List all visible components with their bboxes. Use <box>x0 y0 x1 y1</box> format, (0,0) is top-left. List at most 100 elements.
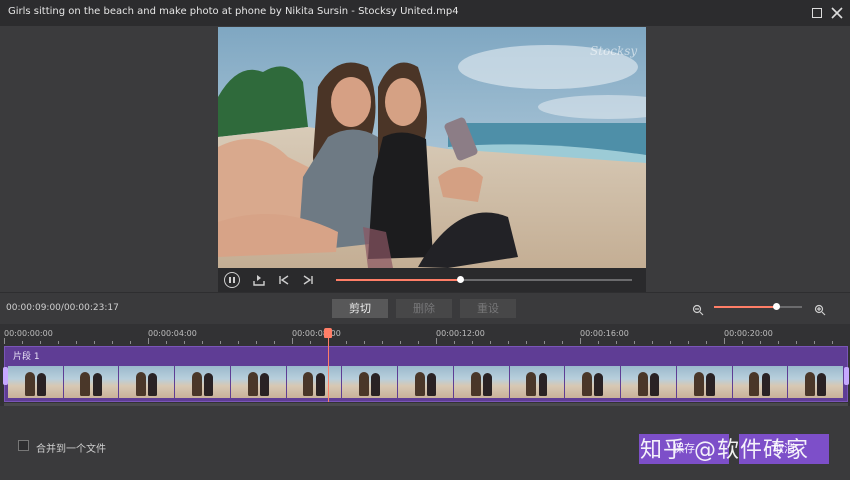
ruler-tick <box>76 341 77 344</box>
ruler-tick <box>418 341 419 344</box>
ruler-tick <box>562 341 563 344</box>
ruler-tick <box>22 341 23 344</box>
ruler-tick <box>688 341 689 344</box>
clip-thumbnail <box>509 366 565 398</box>
seek-progress <box>336 279 461 281</box>
ruler-tick <box>706 341 707 344</box>
clip-end-handle[interactable] <box>844 367 849 385</box>
ruler-tick <box>544 341 545 344</box>
ruler-tick <box>778 341 779 344</box>
ruler-tick <box>454 341 455 344</box>
ruler-tick <box>832 341 833 344</box>
clip-thumbnail <box>453 366 509 398</box>
clip-thumbnail <box>230 366 286 398</box>
video-preview[interactable]: Stocksy <box>218 27 646 268</box>
next-frame-icon[interactable] <box>302 272 314 288</box>
clip-thumbnail <box>8 366 63 398</box>
cut-button[interactable]: 剪切 <box>332 299 388 318</box>
ruler-tick <box>364 341 365 344</box>
clip-segment[interactable]: 片段 1 <box>3 346 849 402</box>
ruler-tick <box>616 341 617 344</box>
ruler-tick <box>508 341 509 344</box>
ruler-tick <box>202 341 203 344</box>
zoom-slider[interactable] <box>714 303 802 310</box>
ruler-tick <box>94 341 95 344</box>
seek-bar[interactable] <box>336 276 632 283</box>
delete-button[interactable]: 删除 <box>396 299 452 318</box>
previous-frame-icon[interactable] <box>278 272 290 288</box>
ruler-tick <box>4 338 5 344</box>
window-title: Girls sitting on the beach and make phot… <box>8 6 459 17</box>
clip-thumbnail <box>119 366 175 398</box>
merge-checkbox[interactable] <box>18 440 29 451</box>
clip-label: 片段 1 <box>13 352 40 362</box>
ruler-tick <box>634 341 635 344</box>
ruler-tick <box>220 341 221 344</box>
ruler-tick <box>472 341 473 344</box>
ruler-tick <box>436 338 437 344</box>
ruler-tick <box>652 341 653 344</box>
ruler-tick <box>256 341 257 344</box>
clip-thumbnail <box>676 366 732 398</box>
video-watermark: Stocksy <box>590 44 637 58</box>
ruler-tick <box>40 341 41 344</box>
ruler-tick <box>598 341 599 344</box>
ruler-tick <box>490 341 491 344</box>
zhihu-watermark: 知乎 @软件砖家 <box>640 438 809 463</box>
timeline: 00:00:00:00 00:00:04:00 00:00:08:00 00:00:1… <box>0 324 850 406</box>
thumbnail-strip <box>8 366 844 398</box>
ruler-tick <box>148 338 149 344</box>
title-bar: Girls sitting on the beach and make phot… <box>0 0 850 26</box>
clip-thumbnail <box>286 366 342 398</box>
ruler-tick-label: 00:00:00:00 <box>4 329 53 338</box>
reset-button[interactable]: 重设 <box>460 299 516 318</box>
ruler-tick-label: 00:00:08:00 <box>292 329 341 338</box>
playhead-handle[interactable] <box>324 328 332 338</box>
clip-thumbnail <box>788 366 843 398</box>
clip-start-handle[interactable] <box>3 367 8 385</box>
zoom-in-icon[interactable] <box>814 301 826 316</box>
zoom-level-fill <box>714 306 776 308</box>
zoom-handle[interactable] <box>772 303 780 310</box>
ruler-tick-label: 00:00:16:00 <box>580 329 629 338</box>
ruler-tick <box>742 341 743 344</box>
maximize-icon[interactable] <box>808 4 826 22</box>
preview-area: Stocksy <box>0 26 850 292</box>
clip-thumbnail <box>175 366 230 398</box>
edit-toolbar: 00:00:09:00/00:00:23:17 剪切 删除 重设 <box>0 292 850 325</box>
clip-thumbnail <box>621 366 676 398</box>
ruler-tick <box>274 341 275 344</box>
ruler-tick <box>238 341 239 344</box>
clip-thumbnail <box>398 366 453 398</box>
player-controls <box>218 268 646 292</box>
merge-label: 合并到一个文件 <box>36 444 106 455</box>
ruler-tick-label: 00:00:04:00 <box>148 329 197 338</box>
ruler-tick <box>670 341 671 344</box>
time-display: 00:00:09:00/00:00:23:17 <box>6 303 119 313</box>
ruler-tick <box>526 341 527 344</box>
zoom-out-icon[interactable] <box>692 301 704 316</box>
pause-icon[interactable] <box>224 272 240 288</box>
ruler-tick <box>292 338 293 344</box>
seek-handle[interactable] <box>457 276 465 283</box>
ruler-tick <box>760 341 761 344</box>
ruler-tick <box>346 341 347 344</box>
time-ruler[interactable]: 00:00:00:00 00:00:04:00 00:00:08:00 00:00:1… <box>0 324 850 344</box>
clip-thumbnail <box>63 366 119 398</box>
ruler-tick-label: 00:00:12:00 <box>436 329 485 338</box>
ruler-tick <box>724 338 725 344</box>
ruler-tick <box>310 341 311 344</box>
ruler-tick-label: 00:00:20:00 <box>724 329 773 338</box>
clip-thumbnail <box>342 366 398 398</box>
footer: 合并到一个文件 保存 取消 知乎 @软件砖家 <box>0 406 850 480</box>
ruler-tick <box>382 341 383 344</box>
ruler-tick <box>58 341 59 344</box>
snapshot-icon[interactable] <box>252 272 266 288</box>
clip-thumbnail <box>732 366 788 398</box>
clip-thumbnail <box>565 366 621 398</box>
ruler-tick <box>580 338 581 344</box>
playhead-line <box>328 332 329 402</box>
ruler-tick <box>166 341 167 344</box>
close-icon[interactable] <box>828 4 846 22</box>
ruler-tick <box>796 341 797 344</box>
